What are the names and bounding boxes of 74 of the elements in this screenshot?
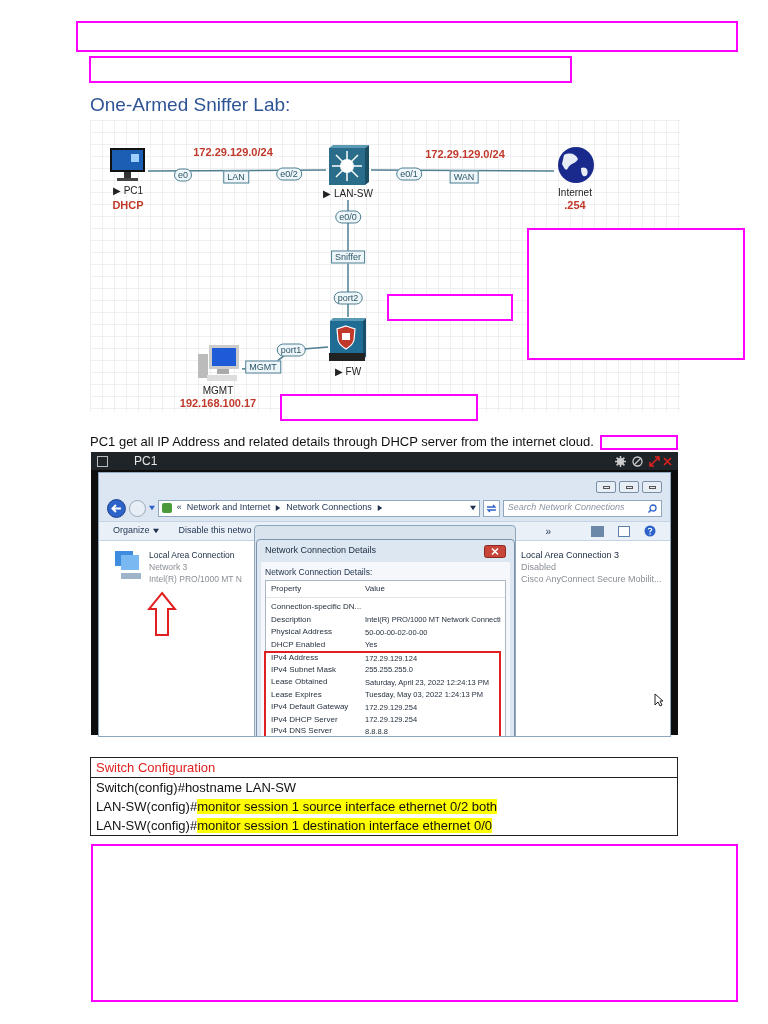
node-label: ▶ FW: [334, 364, 362, 379]
preview-pane-icon[interactable]: [618, 525, 630, 537]
property-cell-text: Lease Expires: [271, 688, 323, 701]
minimize-icon[interactable]: [596, 481, 616, 493]
property-cell-text: IPv4 Address: [271, 652, 320, 665]
node-label: MGMT: [202, 383, 234, 398]
connection-name: Local Area Connection 3: [521, 549, 621, 561]
table-header: Switch Configuration: [91, 758, 677, 778]
firewall-icon: [329, 318, 367, 362]
computer-icon: [197, 344, 241, 382]
more-button[interactable]: »: [545, 523, 551, 539]
property-cell-text: Description: [271, 613, 312, 626]
column-header[interactable]: Property: [271, 583, 365, 595]
property-cell-text: IPv4 Default Gateway: [271, 701, 350, 714]
link-tag: Sniffer: [331, 250, 365, 264]
back-icon[interactable]: [107, 498, 126, 518]
connection-status: Disabled: [521, 561, 558, 573]
node-label: ▶ PC1: [112, 183, 144, 198]
refresh-icon[interactable]: [482, 499, 500, 517]
toolbar-button[interactable]: Disable this netwo: [178, 524, 252, 538]
connection-status: Network 3: [149, 561, 189, 573]
resize-icon[interactable]: [649, 455, 660, 467]
breadcrumb-item[interactable]: «: [176, 501, 182, 515]
gear-icon[interactable]: [615, 455, 626, 467]
dropdown-icon: [469, 505, 476, 511]
address-bar[interactable]: « Network and Internet Network Connections: [157, 499, 480, 517]
property-cell-text: IPv4 DNS Server: [271, 725, 333, 736]
help-icon[interactable]: [644, 525, 656, 537]
close-button[interactable]: [484, 544, 506, 558]
dialog-subtitle: Network Connection Details:: [265, 566, 374, 579]
window-title: PC1: [134, 453, 158, 470]
node-address: DHCP: [112, 197, 144, 213]
popout-icon[interactable]: [97, 455, 108, 467]
property-cell-text: Lease Obtained: [271, 676, 329, 689]
subnet-label: 172.29.129.0/24: [193, 144, 273, 160]
node-address: .254: [564, 197, 586, 213]
caret-icon: [152, 528, 159, 534]
property-cell-text: IPv4 DHCP Server: [271, 713, 339, 726]
property-cell-text: DHCP Enabled: [271, 638, 327, 651]
caret-icon: [148, 505, 155, 511]
search-icon: [648, 503, 657, 513]
network-icon: [161, 503, 172, 513]
up-arrow-icon: [147, 591, 177, 637]
view-icon[interactable]: [591, 525, 604, 537]
link-tag: MGMT: [245, 360, 281, 374]
config-line: Switch(config)#hostname LAN-SW: [95, 779, 298, 797]
switch-icon: [328, 145, 369, 186]
connection-device: Cisco AnyConnect Secure Mobilit...: [521, 573, 662, 585]
config-line: LAN-SW(config)#monitor session 1 destination interface ethernet 0/0: [95, 817, 493, 835]
property-cell-text: Physical Address: [271, 626, 333, 639]
cursor-icon: [654, 693, 664, 707]
network-computer-icon: [113, 549, 143, 581]
link-tag: WAN: [449, 170, 479, 184]
lab-title: One-Armed Sniffer Lab:: [90, 93, 292, 117]
subnet-label: 172.29.129.0/24: [425, 146, 505, 162]
config-line: LAN-SW(config)#monitor session 1 source interface ethernet 0/2 both: [95, 798, 499, 816]
property-cell-text: Connection-specific DN...: [271, 601, 363, 614]
monitor-icon: [109, 147, 146, 182]
chevron-icon: [376, 505, 383, 511]
node-address: 192.168.100.17: [179, 395, 257, 411]
intro-text: PC1 get all IP Address and related details through DHCP server from the internet cloud.: [90, 433, 594, 452]
connection-device: Intel(R) PRO/1000 MT N: [149, 573, 242, 585]
globe-icon: [556, 146, 596, 184]
node-label: ▶ LAN-SW: [323, 186, 373, 201]
link-tag: LAN: [223, 170, 249, 184]
breadcrumb-item[interactable]: Network Connections: [286, 501, 372, 515]
chevron-icon: [275, 505, 282, 511]
property-cell-text: IPv4 Subnet Mask: [271, 663, 337, 676]
dialog-title: Network Connection Details: [265, 544, 377, 558]
breadcrumb-item[interactable]: Network and Internet: [186, 501, 271, 515]
column-header[interactable]: Value: [365, 583, 385, 595]
connection-name: Local Area Connection: [149, 549, 236, 561]
node-label: Internet: [558, 185, 592, 200]
organize-button[interactable]: Organize: [113, 524, 159, 538]
